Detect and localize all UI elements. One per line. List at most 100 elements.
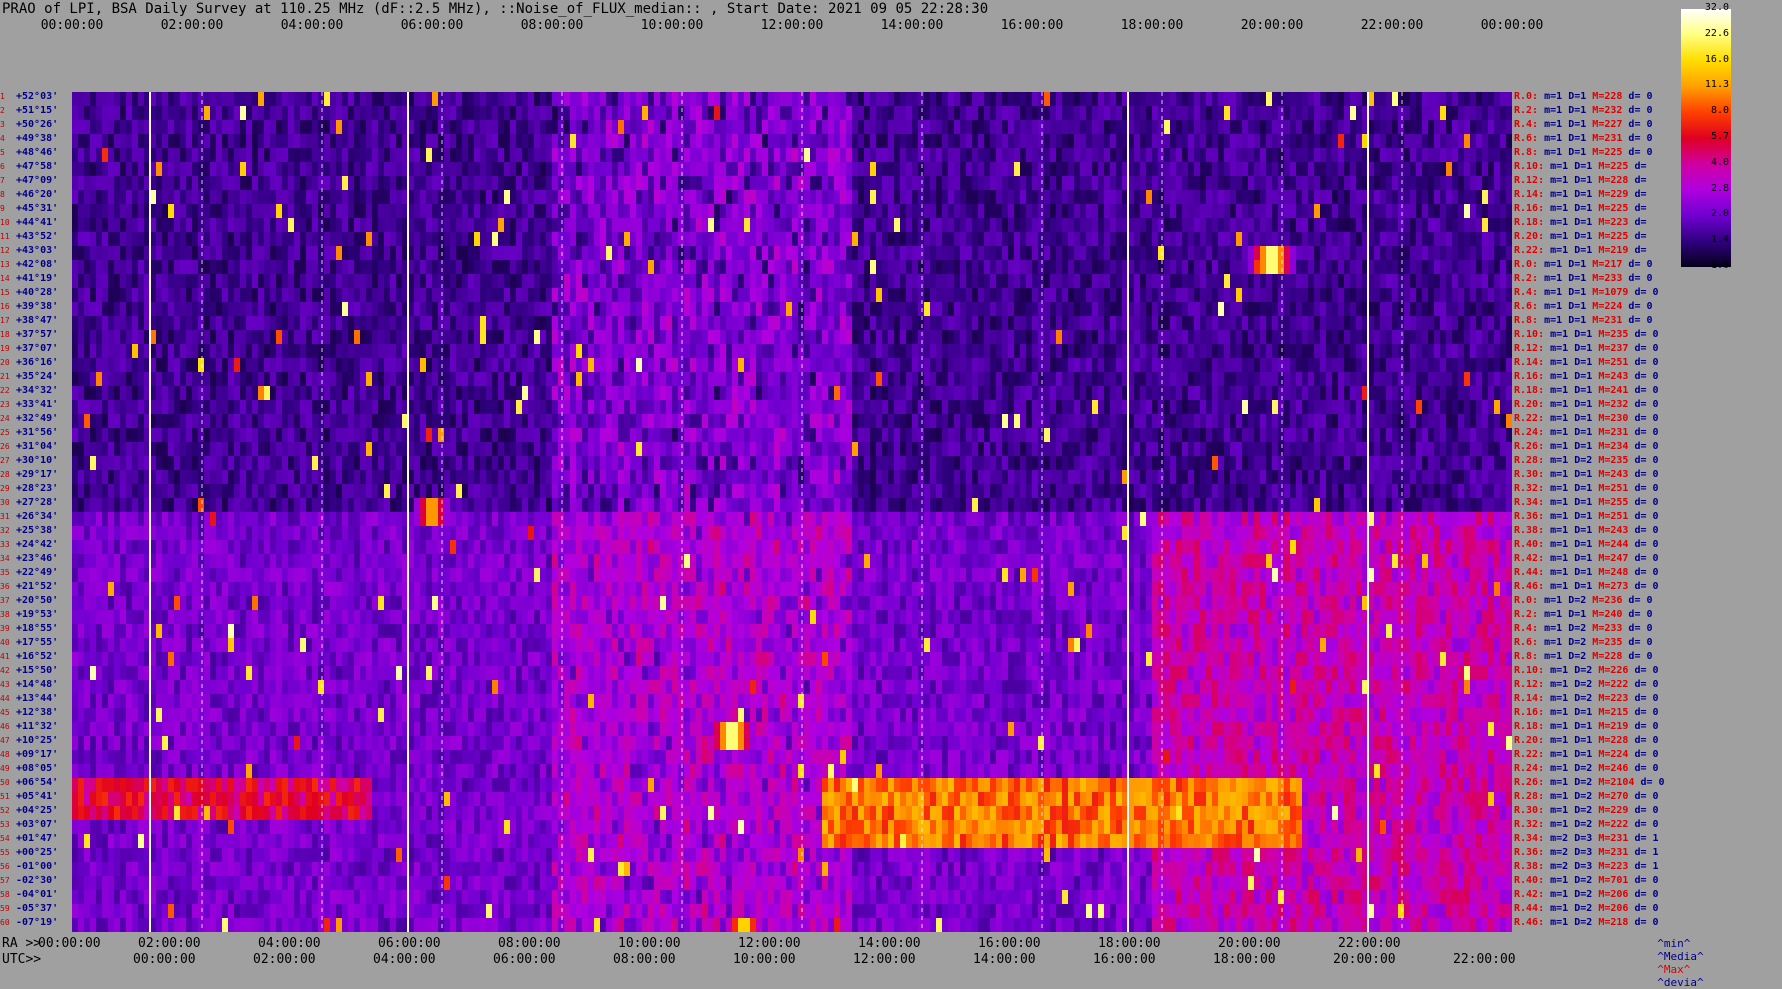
heatmap-cell	[834, 218, 841, 233]
heatmap-cell	[630, 302, 637, 317]
heatmap-cell	[540, 358, 547, 373]
heatmap-cell	[174, 218, 181, 233]
heatmap-cell	[324, 246, 331, 261]
heatmap-cell	[1188, 288, 1195, 303]
heatmap-cell	[438, 316, 445, 331]
heatmap-cell	[864, 190, 871, 205]
heatmap-cell	[882, 358, 889, 373]
heatmap-cell	[810, 260, 817, 275]
heatmap-cell	[564, 330, 571, 345]
heatmap-plot[interactable]	[72, 92, 1512, 932]
heatmap-cell	[1416, 106, 1423, 121]
heatmap-cell	[126, 204, 133, 219]
heatmap-cell	[684, 344, 691, 359]
heatmap-cell	[540, 190, 547, 205]
heatmap-cell	[252, 246, 259, 261]
heatmap-cell	[1098, 190, 1105, 205]
heatmap-cell	[966, 148, 973, 163]
beam-index: 55	[0, 848, 10, 857]
heatmap-cell	[1254, 190, 1261, 205]
heatmap-cell	[1050, 218, 1057, 233]
heatmap-cell	[1284, 232, 1291, 247]
heatmap-cell	[288, 302, 295, 317]
heatmap-cell	[1386, 162, 1393, 177]
heatmap-cell	[1260, 134, 1267, 149]
heatmap-cell	[1422, 162, 1429, 177]
heatmap-cell	[1170, 190, 1177, 205]
heatmap-cell	[1434, 148, 1441, 163]
heatmap-cell	[1032, 330, 1039, 345]
heatmap-cell	[1380, 288, 1387, 303]
heatmap-cell	[336, 148, 343, 163]
heatmap-cell	[306, 260, 313, 275]
heatmap-cell	[1044, 232, 1051, 247]
heatmap-cell	[336, 106, 343, 121]
heatmap-cell	[546, 260, 553, 275]
heatmap-cell	[432, 148, 439, 163]
heatmap-cell	[468, 106, 475, 121]
heatmap-cell	[1296, 330, 1303, 345]
heatmap-cell	[978, 288, 985, 303]
heatmap-cell	[762, 176, 769, 191]
heatmap-cell	[1032, 260, 1039, 275]
heatmap-cell	[1236, 344, 1243, 359]
heatmap-cell	[822, 358, 829, 373]
heatmap-cell	[318, 316, 325, 331]
heatmap-cell	[1278, 260, 1285, 275]
heatmap-cell	[432, 274, 439, 289]
heatmap-cell	[192, 288, 199, 303]
heatmap-cell	[240, 344, 247, 359]
heatmap-cell	[936, 134, 943, 149]
heatmap-cell	[282, 344, 289, 359]
heatmap-cell	[726, 344, 733, 359]
beam-label: 39 +18°55'	[0, 623, 58, 634]
heatmap-cell	[276, 330, 283, 345]
heatmap-cell	[492, 260, 499, 275]
heatmap-cell	[348, 274, 355, 289]
heatmap-cell	[156, 330, 163, 345]
heatmap-cell	[1314, 330, 1321, 345]
heatmap-cell	[1320, 204, 1327, 219]
heatmap-cell	[732, 92, 739, 107]
heatmap-cell	[912, 106, 919, 121]
heatmap-cell	[570, 302, 577, 317]
heatmap-cell	[996, 176, 1003, 191]
heatmap-cell	[132, 120, 139, 135]
heatmap-cell	[840, 274, 847, 289]
heatmap-cell	[1188, 134, 1195, 149]
heatmap-cell	[600, 120, 607, 135]
heatmap-cell	[1176, 246, 1183, 261]
heatmap-cell	[540, 204, 547, 219]
heatmap-cell	[858, 246, 865, 261]
heatmap-cell	[198, 92, 205, 107]
heatmap-cell	[1152, 288, 1159, 303]
heatmap-cell	[126, 218, 133, 233]
heatmap-cell	[864, 218, 871, 233]
heatmap-cell	[624, 134, 631, 149]
heatmap-cell	[216, 316, 223, 331]
heatmap-cell	[660, 176, 667, 191]
heatmap-cell	[774, 316, 781, 331]
heatmap-cell	[372, 260, 379, 275]
heatmap-cell	[492, 162, 499, 177]
heatmap-cell	[774, 106, 781, 121]
heatmap-cell	[1038, 162, 1045, 177]
heatmap-cell	[1500, 176, 1507, 191]
heatmap-cell	[864, 92, 871, 107]
heatmap-cell	[846, 330, 853, 345]
heatmap-cell	[330, 134, 337, 149]
heatmap-cell	[114, 148, 121, 163]
heatmap-cell	[1146, 92, 1153, 107]
heatmap-cell	[990, 288, 997, 303]
heatmap-cell	[948, 162, 955, 177]
heatmap-cell	[1488, 232, 1495, 247]
heatmap-cell	[822, 344, 829, 359]
heatmap-cell	[1278, 120, 1285, 135]
heatmap-cell	[366, 246, 373, 261]
heatmap-cell	[588, 134, 595, 149]
heatmap-cell	[756, 120, 763, 135]
heatmap-cell	[216, 344, 223, 359]
heatmap-cell	[1206, 134, 1213, 149]
heatmap-cell	[594, 302, 601, 317]
heatmap-cell	[846, 232, 853, 247]
